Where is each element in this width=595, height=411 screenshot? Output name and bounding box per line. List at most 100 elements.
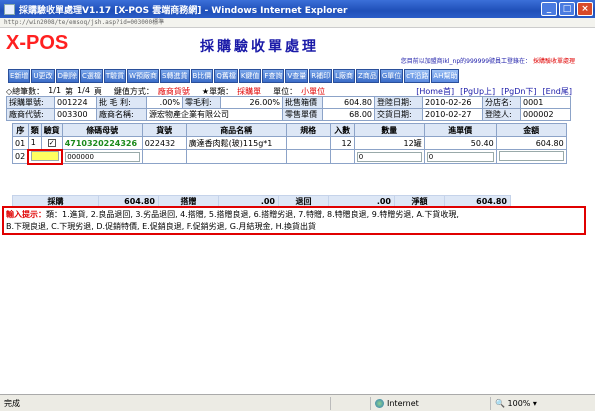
retail-price-value[interactable]: 68.00 <box>322 108 375 121</box>
col-sku: 貨號 <box>141 123 187 137</box>
row-amount: 604.80 <box>495 136 567 150</box>
amount-input[interactable] <box>498 150 564 161</box>
ie-app-icon <box>4 3 15 15</box>
case-price-label: 批售箱價 <box>282 96 323 109</box>
type-input[interactable] <box>31 150 60 161</box>
col-barcode: 條碼母號 <box>61 123 143 137</box>
delivery-date-label: 交貨日期: <box>374 108 423 121</box>
toolbar-button-prevendor[interactable]: W預廠商 <box>127 69 160 83</box>
price-input[interactable]: 0 <box>426 151 494 162</box>
toolbar-button-old[interactable]: Q舊檔 <box>214 69 238 83</box>
operator-value[interactable]: 000002 <box>520 108 571 121</box>
vendor-code-label: 廠商代號: <box>6 108 55 121</box>
status-text: 完成 <box>4 398 20 408</box>
login-info: 您目前以加盟商ikl_np的999999號員工登錄在： 採購驗收單處理 <box>401 56 575 65</box>
operator-label: 登陸人: <box>482 108 521 121</box>
branch-label: 分店名: <box>482 96 521 109</box>
row-type: 1 <box>27 136 42 150</box>
po-number-label: 採購單號: <box>6 96 55 109</box>
retail-price-label: 零售單價 <box>282 108 323 121</box>
toolbar-button-qty[interactable]: V查量 <box>285 69 309 83</box>
login-date-label: 登陸日期: <box>374 96 423 109</box>
function-toolbar: E新增 U更改 D刪除 C選檔 T驗貨 W預廠商 S轉進貨 B比價 Q舊檔 K鍵… <box>8 69 460 83</box>
grid-header-row: 序 類 驗貨 條碼母號 貨號 商品名稱 規格 入數 數量 進單價 金額 <box>12 123 567 137</box>
toolbar-button-route[interactable]: cT沿路 <box>404 69 431 83</box>
case-price-value[interactable]: 604.80 <box>322 96 375 109</box>
margin-value[interactable]: .00% <box>146 96 183 109</box>
maximize-button[interactable]: □ <box>559 2 575 16</box>
col-price: 進單價 <box>423 123 497 137</box>
toolbar-button-compare[interactable]: B比價 <box>190 69 214 83</box>
col-inspect: 驗貨 <box>40 123 63 137</box>
col-seq: 序 <box>12 123 29 137</box>
address-bar[interactable]: http://win2008/te/emsoq/jsh.asp?id=00300… <box>0 18 595 28</box>
globe-icon <box>375 398 384 408</box>
hint-line-1: 類：1.進貨, 2.良品退回, 3.劣品退回, 4.搭贈, 5.搭贈良退, 6.… <box>46 210 459 219</box>
inspect-checkbox[interactable]: ✓ <box>47 139 56 148</box>
delivery-date-value[interactable]: 2010-02-27 <box>422 108 483 121</box>
toolbar-button-select[interactable]: C選檔 <box>79 69 103 83</box>
row-per-case: 12 <box>329 136 355 150</box>
close-button[interactable]: × <box>577 2 593 16</box>
barcode-input[interactable]: 000000 <box>65 151 140 162</box>
window-titlebar: 採購驗收單處理V1.17 [X-POS 雲端商務網] - Windows Int… <box>0 0 595 18</box>
row-barcode: 4710320224326 <box>61 136 143 150</box>
login-date-value[interactable]: 2010-02-26 <box>422 96 483 109</box>
row-sku: 022432 <box>141 136 187 150</box>
vendor-name-value[interactable]: 源宏物產企業有限公司 <box>146 108 283 121</box>
window-title: 採購驗收單處理V1.17 [X-POS 雲端商務網] - Windows Int… <box>19 5 348 16</box>
toolbar-button-add[interactable]: E新增 <box>8 69 31 83</box>
row-seq: 02 <box>12 149 29 164</box>
input-hint-box: 輸入提示：類：1.進貨, 2.良品退回, 3.劣品退回, 4.搭贈, 5.搭贈良… <box>2 206 586 235</box>
ie-statusbar: 完成 Internet 🔍 100% ▾ <box>0 394 595 411</box>
row-qty: 12罐 <box>353 136 425 150</box>
col-type: 類 <box>27 123 42 137</box>
row-price: 50.40 <box>423 136 497 150</box>
toolbar-button-to-stock[interactable]: S轉進貨 <box>160 69 190 83</box>
zoom-control[interactable]: 🔍 100% ▾ <box>490 396 541 410</box>
toolbar-button-edit[interactable]: U更改 <box>31 69 55 83</box>
po-number-value[interactable]: 001224 <box>54 96 97 109</box>
toolbar-button-query[interactable]: F查詢 <box>262 69 285 83</box>
qty-input[interactable]: 0 <box>356 151 422 162</box>
row-seq: 01 <box>12 136 29 150</box>
vendor-code-value[interactable]: 003300 <box>54 108 97 121</box>
col-spec: 規格 <box>285 123 331 137</box>
page-title: 採購驗收單處理 <box>200 39 319 55</box>
security-zone: Internet <box>370 396 490 410</box>
toolbar-button-vendor[interactable]: L廠商 <box>333 69 356 83</box>
toolbar-button-key[interactable]: K鍵值 <box>238 69 262 83</box>
table-row-input[interactable]: 02 000000 0 0 <box>12 148 567 165</box>
zone-label: Internet <box>387 398 419 408</box>
col-amount: 金額 <box>495 123 567 137</box>
minimize-button[interactable]: _ <box>541 2 557 16</box>
toolbar-button-delete[interactable]: D刪除 <box>55 69 79 83</box>
row-name: 廣達香肉鬆(玻)115g*1 <box>185 136 287 150</box>
zero-margin-label: 零毛利: <box>182 96 221 109</box>
table-row[interactable]: 01 1 ✓ 4710320224326 022432 廣達香肉鬆(玻)115g… <box>12 136 567 150</box>
zoom-icon: 🔍 <box>495 398 505 408</box>
page-content: X-POS 採購驗收單處理 您目前以加盟商ikl_np的999999號員工登錄在… <box>0 28 595 394</box>
toolbar-button-unit[interactable]: G單位 <box>379 69 404 83</box>
toolbar-button-product[interactable]: Z商品 <box>356 69 379 83</box>
hint-line-2: B.下現良退, C.下現劣退, D.促銷特價, E.促銷良退, F.促銷劣退, … <box>6 222 316 231</box>
vendor-name-label: 廠商名稱: <box>96 108 147 121</box>
login-store: 採購驗收單處理 <box>532 58 575 65</box>
toolbar-button-reprint[interactable]: R補印 <box>309 69 333 83</box>
login-prefix: 您目前以加盟商ikl_np的999999號員工登錄在： <box>400 58 532 65</box>
xpos-logo: X-POS <box>6 32 69 54</box>
hint-label: 輸入提示： <box>6 210 46 219</box>
col-qty: 數量 <box>353 123 425 137</box>
order-header-form: 採購單號: 001224 批 毛 利: .00% 零毛利: 26.00% 批售箱… <box>6 96 571 121</box>
col-per-case: 入數 <box>329 123 355 137</box>
col-name: 商品名稱 <box>185 123 287 137</box>
toolbar-button-help[interactable]: AH幫助 <box>431 69 460 83</box>
row-spec <box>285 136 331 150</box>
toolbar-button-inspect[interactable]: T驗貨 <box>103 69 127 83</box>
zero-margin-value[interactable]: 26.00% <box>220 96 283 109</box>
items-grid: 序 類 驗貨 條碼母號 貨號 商品名稱 規格 入數 數量 進單價 金額 01 1… <box>12 123 567 165</box>
branch-value[interactable]: 0001 <box>520 96 571 109</box>
margin-label: 批 毛 利: <box>96 96 147 109</box>
status-seg-1 <box>330 396 370 410</box>
zoom-value: 100% <box>507 398 531 408</box>
